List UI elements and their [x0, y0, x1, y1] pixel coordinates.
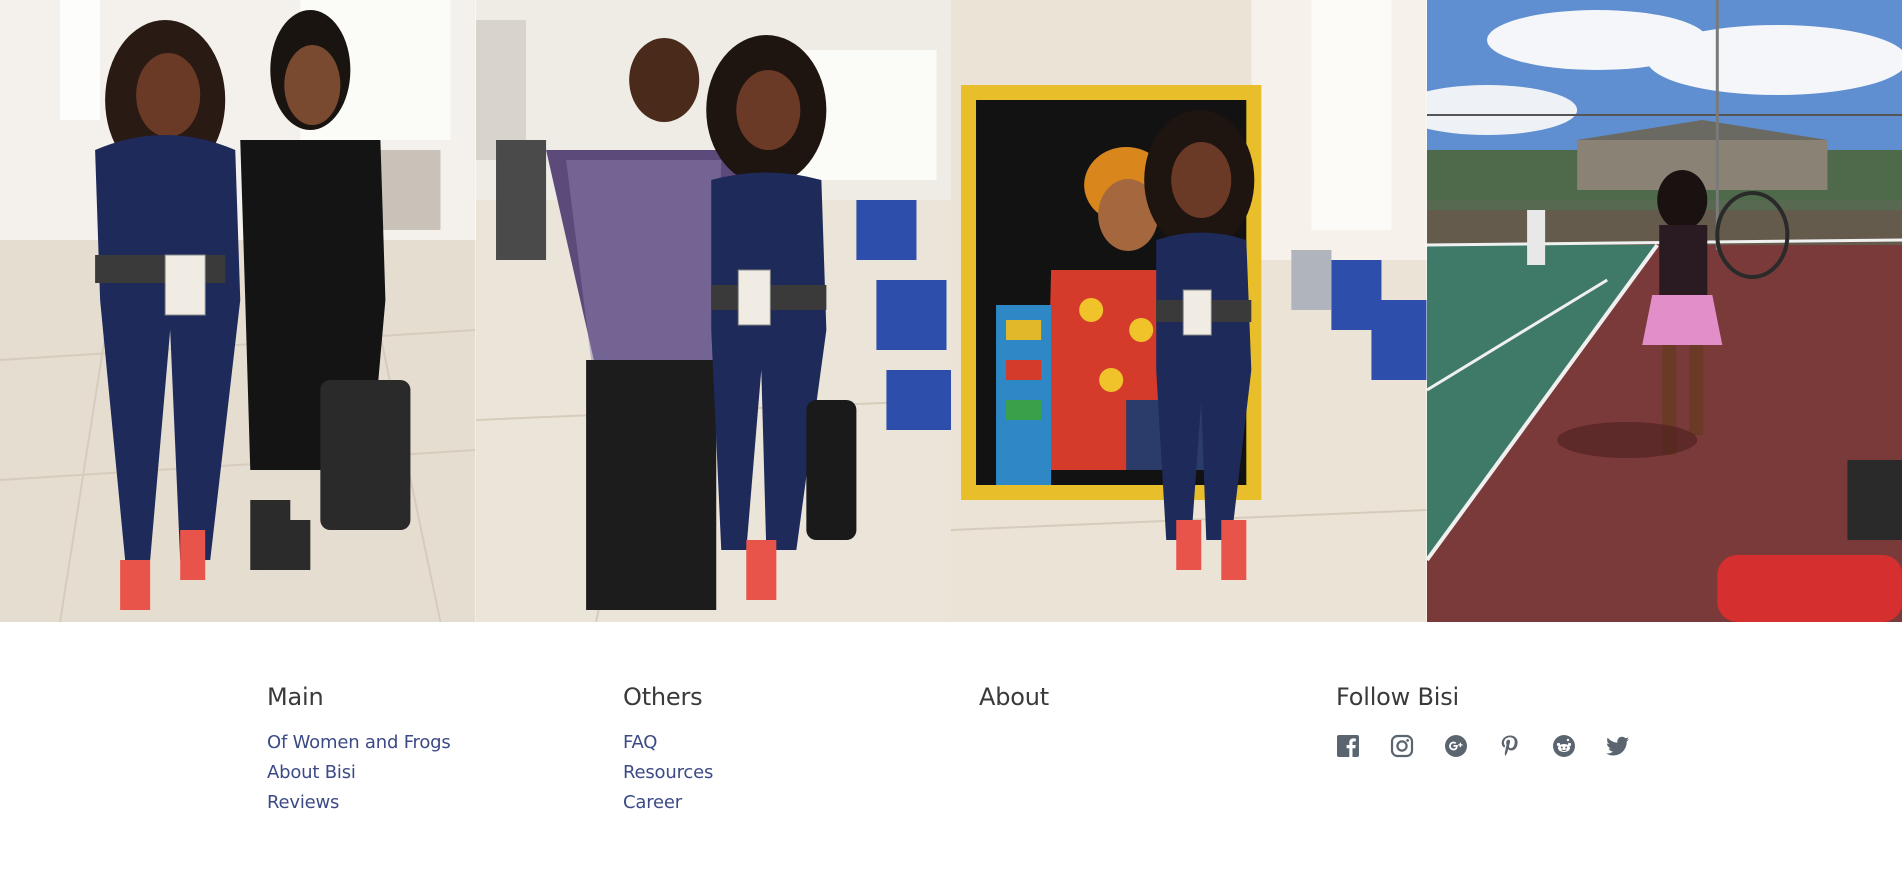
footer-follow-heading: Follow Bisi	[1336, 683, 1460, 711]
footer-others-heading: Others	[623, 683, 703, 711]
instagram-icon[interactable]	[1390, 732, 1444, 760]
footer-others-column: Others FAQ Resources Career	[623, 683, 953, 822]
photo-two-women-classroom[interactable]	[0, 0, 476, 622]
photo-woman-with-painting[interactable]	[951, 0, 1427, 622]
reddit-icon[interactable]	[1552, 732, 1606, 760]
footer-link-about-bisi[interactable]: About Bisi	[267, 762, 356, 783]
footer-link-faq[interactable]: FAQ	[623, 732, 657, 753]
pinterest-icon[interactable]	[1498, 732, 1552, 760]
footer-main-heading: Main	[267, 683, 324, 711]
photo-gallery	[0, 0, 1902, 622]
footer-link-resources[interactable]: Resources	[623, 762, 713, 783]
footer-about-heading: About	[979, 683, 1049, 711]
google-plus-icon[interactable]	[1444, 732, 1498, 760]
footer-link-career[interactable]: Career	[623, 792, 682, 813]
social-icons	[1336, 732, 1666, 760]
photo-man-and-woman-classroom[interactable]	[475, 0, 951, 622]
footer-main-column: Main Of Women and Frogs About Bisi Revie…	[267, 683, 597, 822]
footer-about-column: About	[979, 683, 1309, 732]
footer-link-of-women-and-frogs[interactable]: Of Women and Frogs	[267, 732, 451, 753]
footer-follow-column: Follow Bisi	[1336, 683, 1666, 760]
footer-link-reviews[interactable]: Reviews	[267, 792, 339, 813]
photo-woman-tennis-court[interactable]	[1426, 0, 1902, 622]
facebook-icon[interactable]	[1336, 732, 1390, 760]
twitter-icon[interactable]	[1606, 732, 1660, 760]
site-footer: Main Of Women and Frogs About Bisi Revie…	[0, 622, 1902, 877]
